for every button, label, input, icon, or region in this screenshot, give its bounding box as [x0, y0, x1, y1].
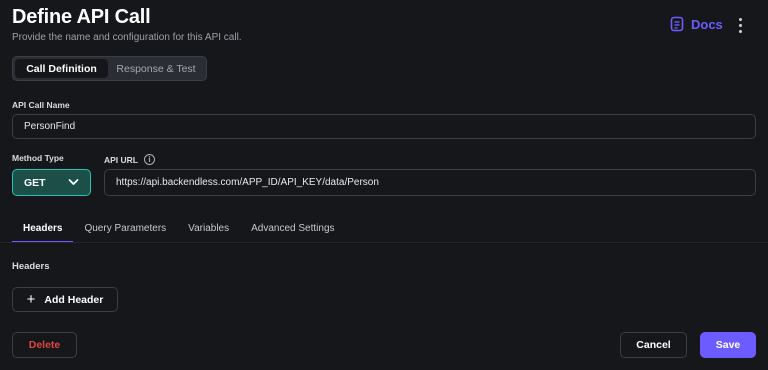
delete-button[interactable]: Delete	[12, 332, 77, 358]
api-url-label: API URL	[104, 154, 138, 165]
page-subtitle: Provide the name and configuration for t…	[12, 32, 242, 43]
tabs-divider	[0, 242, 768, 243]
add-header-button[interactable]: + Add Header	[12, 287, 118, 312]
headers-section-title: Headers	[12, 261, 50, 272]
chevron-down-icon	[68, 177, 79, 189]
save-button[interactable]: Save	[700, 332, 756, 358]
method-type-label: Method Type	[12, 153, 64, 163]
cancel-button[interactable]: Cancel	[620, 332, 687, 358]
add-header-label: Add Header	[44, 293, 104, 306]
plus-icon: +	[26, 290, 36, 308]
tab-variables[interactable]: Variables	[177, 214, 240, 242]
docs-button[interactable]: Docs	[670, 16, 723, 32]
section-tabs: Headers Query Parameters Variables Advan…	[12, 214, 346, 243]
tab-headers[interactable]: Headers	[12, 214, 74, 243]
api-url-label-row: API URL i	[104, 154, 155, 165]
api-call-name-label: API Call Name	[12, 100, 70, 110]
tab-query-parameters[interactable]: Query Parameters	[73, 214, 177, 242]
docs-icon	[670, 16, 684, 32]
api-call-name-input[interactable]: PersonFind	[12, 114, 756, 139]
view-switcher: Call Definition Response & Test	[12, 56, 207, 81]
segment-response-test[interactable]: Response & Test	[108, 59, 204, 78]
more-vert-icon[interactable]	[733, 15, 747, 35]
segment-call-definition[interactable]: Call Definition	[15, 59, 108, 78]
page-title: Define API Call	[12, 6, 151, 28]
info-icon[interactable]: i	[144, 154, 155, 165]
api-url-input[interactable]: https://api.backendless.com/APP_ID/API_K…	[104, 169, 756, 196]
tab-advanced-settings[interactable]: Advanced Settings	[240, 214, 345, 242]
method-type-select[interactable]: GET	[12, 169, 91, 196]
method-type-value: GET	[24, 176, 46, 189]
docs-label: Docs	[691, 16, 723, 32]
